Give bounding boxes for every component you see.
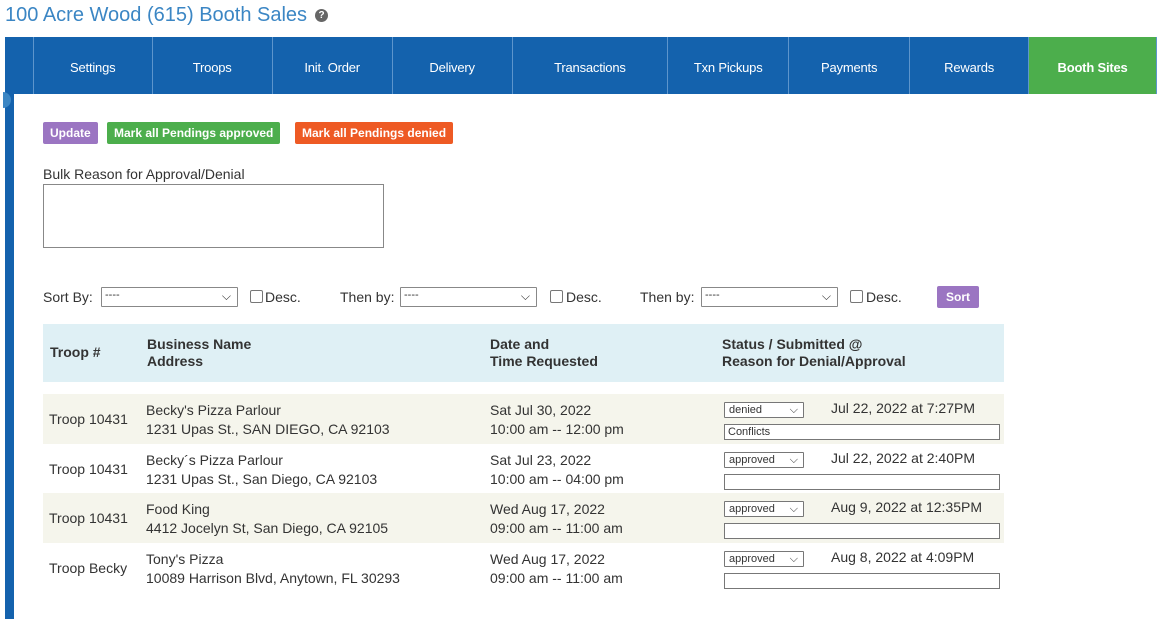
tab-delivery[interactable]: Delivery [393, 37, 513, 94]
tab-txn-pickups[interactable]: Txn Pickups [668, 37, 790, 94]
desc-label: Desc. [866, 289, 902, 305]
tab-label: Troops [192, 60, 232, 75]
time-cell: 10:00 am -- 04:00 pm [490, 471, 624, 487]
time-cell: 09:00 am -- 11:00 am [490, 570, 623, 586]
then-by-select-1[interactable]: ---- ⌵ [400, 287, 537, 307]
tab-rewards[interactable]: Rewards [910, 37, 1030, 94]
tab-settings[interactable]: Settings [34, 37, 153, 94]
submitted-cell: Aug 9, 2022 at 12:35PM [831, 499, 982, 515]
date-cell: Wed Aug 17, 2022 [490, 501, 605, 517]
business-name-cell: Tony's Pizza [146, 551, 224, 567]
reason-input[interactable] [724, 523, 1000, 539]
tab-label: Settings [70, 60, 116, 75]
left-sidebar-strip [5, 37, 14, 619]
bulk-reason-textarea[interactable] [43, 184, 384, 248]
chevron-down-icon: ⌵ [789, 503, 798, 515]
header-business-name: Business Name [147, 336, 252, 352]
status-select[interactable]: approved ⌵ [724, 501, 804, 517]
bulk-reason-label: Bulk Reason for Approval/Denial [43, 166, 245, 182]
desc-label: Desc. [265, 289, 301, 305]
select-value: ---- [404, 289, 419, 301]
address-cell: 10089 Harrison Blvd, Anytown, FL 30293 [146, 570, 400, 586]
desc-checkbox-3[interactable] [850, 290, 863, 303]
select-value: ---- [705, 289, 720, 301]
troop-cell: Troop 10431 [49, 411, 128, 427]
page-title: 100 Acre Wood (615) Booth Sales ? [5, 4, 329, 27]
tab-label: Booth Sites [1057, 60, 1128, 75]
chevron-down-icon: ⌵ [789, 454, 798, 466]
page-title-text: 100 Acre Wood (615) Booth Sales [5, 4, 308, 26]
header-date: Date and [490, 336, 550, 352]
status-select[interactable]: approved ⌵ [724, 551, 804, 567]
desc-checkbox-2[interactable] [550, 290, 563, 303]
deny-all-button[interactable]: Mark all Pendings denied [295, 122, 454, 144]
submitted-cell: Jul 22, 2022 at 2:40PM [831, 450, 975, 466]
reason-input[interactable]: Conflicts [724, 424, 1000, 440]
address-cell: 1231 Upas St., San Diego, CA 92103 [146, 471, 378, 487]
table-row: Troop Becky Tony's Pizza 10089 Harrison … [43, 543, 1004, 593]
update-button[interactable]: Update [43, 122, 98, 144]
main-nav: Settings Troops Init. Order Delivery Tra… [5, 37, 1157, 94]
business-name-cell: Food King [146, 501, 210, 517]
table-row: Troop 10431 Becky's Pizza Parlour 1231 U… [43, 394, 1004, 444]
header-time-requested: Time Requested [490, 353, 598, 369]
header-address: Address [147, 353, 204, 369]
chevron-down-icon: ⌵ [221, 289, 231, 303]
troop-cell: Troop 10431 [49, 510, 128, 526]
chevron-down-icon: ⌵ [789, 404, 798, 416]
business-name-cell: Becky´s Pizza Parlour [146, 452, 283, 468]
submitted-cell: Aug 8, 2022 at 4:09PM [831, 549, 975, 565]
tab-booth-sites[interactable]: Booth Sites [1029, 37, 1157, 94]
tab-label: Rewards [944, 60, 995, 75]
desc-checkbox-1[interactable] [250, 290, 263, 303]
tab-label: Payments [821, 60, 878, 75]
status-value: approved [729, 553, 775, 565]
tab-transactions[interactable]: Transactions [513, 37, 669, 94]
troop-cell: Troop Becky [49, 560, 128, 576]
date-cell: Sat Jul 23, 2022 [490, 452, 592, 468]
tab-init-order[interactable]: Init. Order [273, 37, 393, 94]
address-cell: 1231 Upas St., SAN DIEGO, CA 92103 [146, 421, 390, 437]
status-select[interactable]: approved ⌵ [724, 452, 804, 468]
tab-label: Transactions [554, 60, 626, 75]
header-troop: Troop # [50, 344, 101, 360]
submitted-cell: Jul 22, 2022 at 7:27PM [831, 400, 975, 416]
date-cell: Wed Aug 17, 2022 [490, 551, 605, 567]
tab-troops[interactable]: Troops [153, 37, 273, 94]
table-header: Troop # Business Name Address Date and T… [43, 324, 1004, 382]
approve-all-button[interactable]: Mark all Pendings approved [107, 122, 281, 144]
time-cell: 09:00 am -- 11:00 am [490, 520, 623, 536]
reason-input[interactable] [724, 474, 1000, 490]
status-value: denied [729, 404, 763, 416]
then-by-label: Then by: [340, 289, 395, 305]
then-by-select-2[interactable]: ---- ⌵ [701, 287, 838, 307]
reason-input[interactable] [724, 573, 1000, 589]
tab-payments[interactable]: Payments [789, 37, 911, 94]
table-row: Troop 10431 Becky´s Pizza Parlour 1231 U… [43, 444, 1004, 494]
select-value: ---- [105, 289, 120, 301]
chevron-down-icon: ⌵ [789, 553, 798, 565]
status-select[interactable]: denied ⌵ [724, 402, 804, 418]
header-status: Status / Submitted @ [722, 336, 863, 352]
troop-cell: Troop 10431 [49, 461, 128, 477]
sort-by-select[interactable]: ---- ⌵ [101, 287, 238, 307]
status-value: approved [729, 503, 775, 515]
sort-button[interactable]: Sort [937, 286, 979, 308]
sort-by-label: Sort By: [43, 289, 93, 305]
header-reason: Reason for Denial/Approval [722, 353, 906, 369]
status-value: approved [729, 454, 775, 466]
question-circle-icon[interactable]: ? [315, 9, 329, 22]
chevron-down-icon: ⌵ [520, 289, 530, 303]
desc-label: Desc. [566, 289, 602, 305]
time-cell: 10:00 am -- 12:00 pm [490, 421, 624, 437]
tab-label: Init. Order [304, 60, 360, 75]
table-row: Troop 10431 Food King 4412 Jocelyn St, S… [43, 493, 1004, 543]
tab-label: Delivery [429, 60, 475, 75]
address-cell: 4412 Jocelyn St, San Diego, CA 92105 [146, 520, 389, 536]
then-by-label: Then by: [640, 289, 695, 305]
date-cell: Sat Jul 30, 2022 [490, 402, 592, 418]
business-name-cell: Becky's Pizza Parlour [146, 402, 281, 418]
tab-label: Txn Pickups [693, 60, 763, 75]
chevron-down-icon: ⌵ [821, 289, 831, 303]
